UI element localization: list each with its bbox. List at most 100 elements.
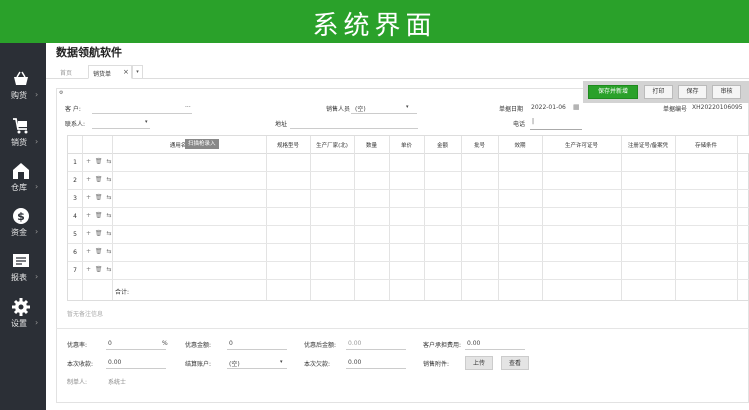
received-underline <box>106 368 166 369</box>
col-header-storage: 存储条件 <box>694 143 717 149</box>
discount-rate-field[interactable]: 0 <box>108 340 112 347</box>
settle-account-label: 结算账户: <box>185 361 212 368</box>
phone-field[interactable]: | <box>532 118 534 125</box>
percent-sign: % <box>162 340 168 347</box>
sidebar-item-label: 销货 <box>11 138 27 147</box>
warehouse-icon <box>13 163 29 179</box>
save-and-new-button[interactable]: 保存并新增 <box>588 85 638 99</box>
main-area: 数据领航软件 首页 销货单 × ▾ ⚙ 保存并新增 打印 保存 审核 客 户: … <box>46 43 749 410</box>
contact-label: 联系人: <box>65 121 86 128</box>
basket-icon <box>14 71 28 85</box>
col-header-batch: 批号 <box>473 143 485 149</box>
row-number: 4 <box>73 213 77 220</box>
view-button[interactable]: 查看 <box>501 356 530 370</box>
scan-entry-button[interactable]: 扫描枪录入 <box>185 139 219 149</box>
maker-label: 制单人: <box>67 379 88 386</box>
received-label: 本次收款: <box>67 361 94 368</box>
remark-field[interactable]: 暂无备注信息 <box>67 309 103 318</box>
tab-bar: 首页 销货单 × ▾ <box>46 65 749 79</box>
after-discount-field: 0.00 <box>348 340 362 347</box>
discount-rate-label: 优惠率: <box>67 342 88 349</box>
row-actions-icon[interactable]: + 🗑 ⇆ <box>86 248 113 255</box>
chevron-down-icon[interactable]: ▾ <box>406 104 409 110</box>
tab-sales-order[interactable]: 销货单 × <box>88 65 132 79</box>
table-row[interactable]: 1 + 🗑 ⇆ <box>68 154 749 172</box>
table-row[interactable]: 7 + 🗑 ⇆ <box>68 262 749 280</box>
sidebar-item-reports[interactable]: 报表 › <box>0 250 46 286</box>
settings-icon[interactable]: ⚙ <box>59 90 63 96</box>
arrears-field: 0.00 <box>348 359 362 366</box>
settle-account-select[interactable]: (空) <box>229 359 240 368</box>
customer-fee-field[interactable]: 0.00 <box>467 340 480 347</box>
header-banner: 系统界面 <box>0 0 749 43</box>
chevron-right-icon: › <box>35 137 39 146</box>
col-header-qty: 数量 <box>365 143 377 149</box>
phone-label: 电话 <box>513 121 526 128</box>
sidebar-item-settings[interactable]: 设置 › <box>0 296 46 332</box>
attachment-label: 销售附件: <box>423 361 450 368</box>
row-actions-icon[interactable]: + 🗑 ⇆ <box>86 230 113 237</box>
chevron-right-icon: › <box>35 318 39 327</box>
row-number: 7 <box>73 267 77 274</box>
maker-value: 系统士 <box>108 379 127 386</box>
banner-title: 系统界面 <box>312 11 437 41</box>
table-row[interactable]: 6 + 🗑 ⇆ <box>68 244 749 262</box>
sidebar-item-funds[interactable]: $ 资金 › <box>0 205 46 241</box>
row-number: 6 <box>73 249 77 256</box>
docno-label: 单据编号 <box>663 106 688 113</box>
gear-icon <box>12 298 30 316</box>
date-field[interactable]: 2022-01-06 <box>531 104 566 111</box>
settle-account-underline <box>227 368 287 369</box>
tab-label: 销货单 <box>93 71 112 78</box>
table-row[interactable]: 3 + 🗑 ⇆ <box>68 190 749 208</box>
tab-more-dropdown[interactable]: ▾ <box>132 65 143 79</box>
calendar-icon[interactable]: ▦ <box>573 103 580 111</box>
received-field[interactable]: 0.00 <box>108 359 121 366</box>
sidebar-item-label: 仓库 <box>11 183 27 192</box>
sidebar-item-purchase[interactable]: 购货 › <box>0 68 46 104</box>
row-number: 2 <box>73 177 77 184</box>
sidebar-item-label: 设置 <box>11 319 27 328</box>
row-actions-icon[interactable]: + 🗑 ⇆ <box>86 176 113 183</box>
docno-field[interactable]: XH20220106095 <box>692 104 743 111</box>
customer-fee-label: 客户承担费用: <box>423 342 462 349</box>
row-number: 1 <box>73 159 77 166</box>
row-number: 5 <box>73 231 77 238</box>
discount-rate-underline <box>106 349 166 350</box>
row-actions-icon[interactable]: + 🗑 ⇆ <box>86 266 113 273</box>
table-row[interactable]: 5 + 🗑 ⇆ <box>68 226 749 244</box>
chevron-right-icon: › <box>35 272 39 281</box>
audit-button[interactable]: 审核 <box>712 85 741 99</box>
table-row[interactable]: 4 + 🗑 ⇆ <box>68 208 749 226</box>
date-label: 单据日期 <box>499 106 524 113</box>
sidebar-item-sales[interactable]: 销货 › <box>0 115 46 151</box>
row-actions-icon[interactable]: + 🗑 ⇆ <box>86 158 113 165</box>
close-icon[interactable]: × <box>123 68 129 76</box>
customer-fee-underline <box>465 349 525 350</box>
print-button[interactable]: 打印 <box>644 85 673 99</box>
row-actions-icon[interactable]: + 🗑 ⇆ <box>86 194 113 201</box>
chevron-right-icon: › <box>35 182 39 191</box>
discount-amount-field[interactable]: 0 <box>229 340 233 347</box>
page-title: 数据领航软件 <box>56 46 122 59</box>
money-icon: $ <box>13 208 29 224</box>
chevron-down-icon[interactable]: ▾ <box>280 359 283 365</box>
upload-button[interactable]: 上传 <box>465 356 494 370</box>
contact-field[interactable] <box>92 128 150 129</box>
more-icon[interactable]: ··· <box>185 104 191 111</box>
phone-underline <box>530 129 582 130</box>
salesperson-select[interactable]: (空) <box>355 104 366 113</box>
discount-amount-underline <box>227 349 287 350</box>
address-field[interactable] <box>290 128 418 129</box>
col-header-amount: 金额 <box>436 143 448 149</box>
sidebar-item-warehouse[interactable]: 仓库 › <box>0 160 46 196</box>
tab-home[interactable]: 首页 <box>60 68 72 77</box>
table-row[interactable]: 2 + 🗑 ⇆ <box>68 172 749 190</box>
salesperson-underline <box>351 113 417 114</box>
customer-field[interactable] <box>92 113 192 114</box>
chevron-right-icon: › <box>35 90 39 99</box>
save-button[interactable]: 保存 <box>678 85 707 99</box>
action-toolbar: 保存并新增 打印 保存 审核 <box>583 81 749 103</box>
chevron-down-icon[interactable]: ▾ <box>145 119 148 125</box>
row-actions-icon[interactable]: + 🗑 ⇆ <box>86 212 113 219</box>
